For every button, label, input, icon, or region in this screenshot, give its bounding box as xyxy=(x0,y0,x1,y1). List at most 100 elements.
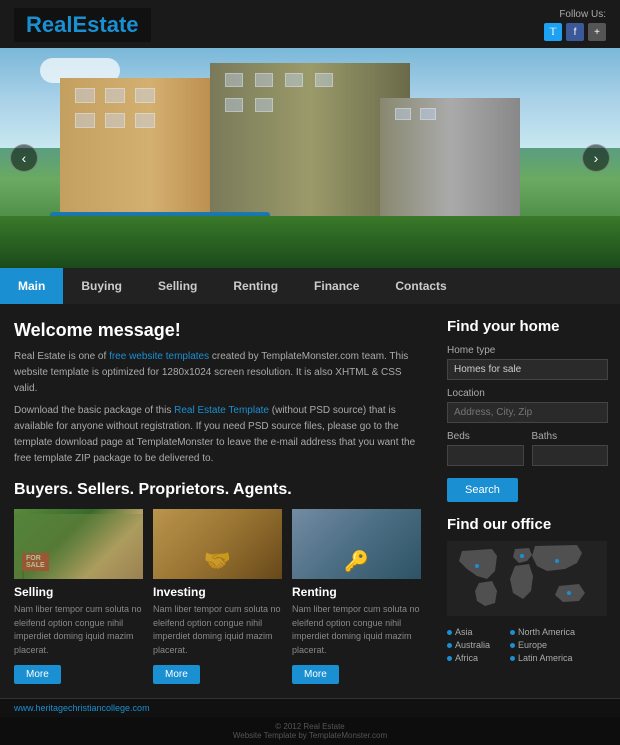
googleplus-icon[interactable]: + xyxy=(588,23,606,41)
more-button-investing[interactable]: More xyxy=(153,665,200,684)
footer-url: www.heritagechristiancollege.com xyxy=(14,703,150,713)
region-australia: Australia xyxy=(447,640,490,650)
card-renting: 🔑 Renting Nam liber tempor cum soluta no… xyxy=(292,509,421,684)
find-office-title: Find our office xyxy=(447,516,608,533)
window xyxy=(75,88,95,103)
window xyxy=(135,88,155,103)
nav-item-buying[interactable]: Buying xyxy=(63,268,140,304)
left-column: Welcome message! Real Estate is one of f… xyxy=(0,304,435,698)
region-label-north-america: North America xyxy=(518,627,575,637)
find-home-title: Find your home xyxy=(447,318,608,335)
facebook-icon[interactable]: f xyxy=(566,23,584,41)
location-label: Location xyxy=(447,388,608,399)
cards-row: FORSALE Selling Nam liber tempor cum sol… xyxy=(14,509,421,684)
location-input[interactable] xyxy=(447,402,608,423)
nav-item-main[interactable]: Main xyxy=(0,268,63,304)
header: RealEstate Follow Us: 𝕋 f + xyxy=(0,0,620,48)
section-title: Buyers. Sellers. Proprietors. Agents. xyxy=(14,481,421,499)
region-label-africa: Africa xyxy=(455,653,478,663)
beds-label: Beds xyxy=(447,431,524,442)
hero-banner: ‹ › xyxy=(0,48,620,268)
hero-next-button[interactable]: › xyxy=(582,144,610,172)
card-investing: 🤝 Investing Nam liber tempor cum soluta … xyxy=(153,509,282,684)
main-content: Welcome message! Real Estate is one of f… xyxy=(0,304,620,698)
region-africa: Africa xyxy=(447,653,490,663)
card-label-renting: Renting xyxy=(292,585,421,599)
key-icon: 🔑 xyxy=(344,549,369,574)
region-dot-asia xyxy=(447,630,452,635)
home-type-label: Home type xyxy=(447,345,608,356)
footer-url-bar: www.heritagechristiancollege.com xyxy=(0,698,620,717)
nav-item-contacts[interactable]: Contacts xyxy=(377,268,464,304)
region-label-asia: Asia xyxy=(455,627,473,637)
window xyxy=(285,73,303,87)
logo-real: RealEstate xyxy=(26,12,139,37)
card-img-selling: FORSALE xyxy=(14,509,143,579)
right-column: Find your home Home type Homes for sale … xyxy=(435,304,620,698)
welcome-title: Welcome message! xyxy=(14,320,421,341)
regions-left: Asia Australia Africa xyxy=(447,627,490,663)
card-text-investing: Nam liber tempor cum soluta no eleifend … xyxy=(153,603,282,657)
region-label-europe: Europe xyxy=(518,640,547,650)
window xyxy=(315,73,333,87)
window xyxy=(75,113,95,128)
free-templates-link[interactable]: free website templates xyxy=(109,351,209,362)
more-button-renting[interactable]: More xyxy=(292,665,339,684)
follow-label: Follow Us: xyxy=(559,9,606,20)
region-latin-america: Latin America xyxy=(510,653,575,663)
region-dot-australia xyxy=(447,643,452,648)
welcome-paragraph2: Download the basic package of this Real … xyxy=(14,403,421,467)
region-north-america: North America xyxy=(510,627,575,637)
real-estate-template-link[interactable]: Real Estate Template xyxy=(174,405,269,416)
card-label-selling: Selling xyxy=(14,585,143,599)
region-label-latin-america: Latin America xyxy=(518,653,573,663)
region-label-australia: Australia xyxy=(455,640,490,650)
baths-group: Baths xyxy=(532,431,609,474)
logo-real-text: Real xyxy=(26,12,72,37)
footer-copyright: © 2012 Real Estate xyxy=(275,722,345,731)
regions-right: North America Europe Latin America xyxy=(510,627,575,663)
home-type-select[interactable]: Homes for sale xyxy=(447,359,608,380)
selling-overlay xyxy=(14,514,143,579)
card-img-investing: 🤝 xyxy=(153,509,282,579)
follow-us: Follow Us: 𝕋 f + xyxy=(544,9,606,41)
window xyxy=(105,113,125,128)
nav-item-selling[interactable]: Selling xyxy=(140,268,215,304)
world-map xyxy=(447,541,607,616)
baths-label: Baths xyxy=(532,431,609,442)
search-button[interactable]: Search xyxy=(447,478,518,502)
beds-select[interactable] xyxy=(447,445,524,466)
logo-box: RealEstate xyxy=(14,8,151,42)
window xyxy=(255,73,273,87)
region-europe: Europe xyxy=(510,640,575,650)
hero-greenery xyxy=(0,216,620,268)
footer-credit: Website Template by TemplateMonster.com xyxy=(233,731,387,740)
more-button-selling[interactable]: More xyxy=(14,665,61,684)
logo-estate-text: Estate xyxy=(72,12,138,37)
regions-row: Asia Australia Africa North America xyxy=(447,627,608,663)
main-nav: Main Buying Selling Renting Finance Cont… xyxy=(0,268,620,304)
region-dot-north-america xyxy=(510,630,515,635)
window xyxy=(105,88,125,103)
building-right xyxy=(380,98,520,218)
hero-prev-button[interactable]: ‹ xyxy=(10,144,38,172)
region-dot-africa xyxy=(447,656,452,661)
region-dot-latin-america xyxy=(510,656,515,661)
card-img-renting: 🔑 xyxy=(292,509,421,579)
beds-group: Beds xyxy=(447,431,524,474)
footer-bottom: © 2012 Real Estate Website Template by T… xyxy=(0,717,620,745)
card-selling: FORSALE Selling Nam liber tempor cum sol… xyxy=(14,509,143,684)
twitter-icon[interactable]: 𝕋 xyxy=(544,23,562,41)
beds-baths-row: Beds Baths xyxy=(447,431,608,474)
handshake-icon: 🤝 xyxy=(204,548,231,574)
welcome-paragraph1: Real Estate is one of free website templ… xyxy=(14,349,421,397)
card-text-renting: Nam liber tempor cum soluta no eleifend … xyxy=(292,603,421,657)
nav-item-renting[interactable]: Renting xyxy=(215,268,296,304)
card-text-selling: Nam liber tempor cum soluta no eleifend … xyxy=(14,603,143,657)
social-icons: 𝕋 f + xyxy=(544,23,606,41)
region-asia: Asia xyxy=(447,627,490,637)
window xyxy=(395,108,411,120)
nav-item-finance[interactable]: Finance xyxy=(296,268,377,304)
baths-select[interactable] xyxy=(532,445,609,466)
window xyxy=(225,73,243,87)
